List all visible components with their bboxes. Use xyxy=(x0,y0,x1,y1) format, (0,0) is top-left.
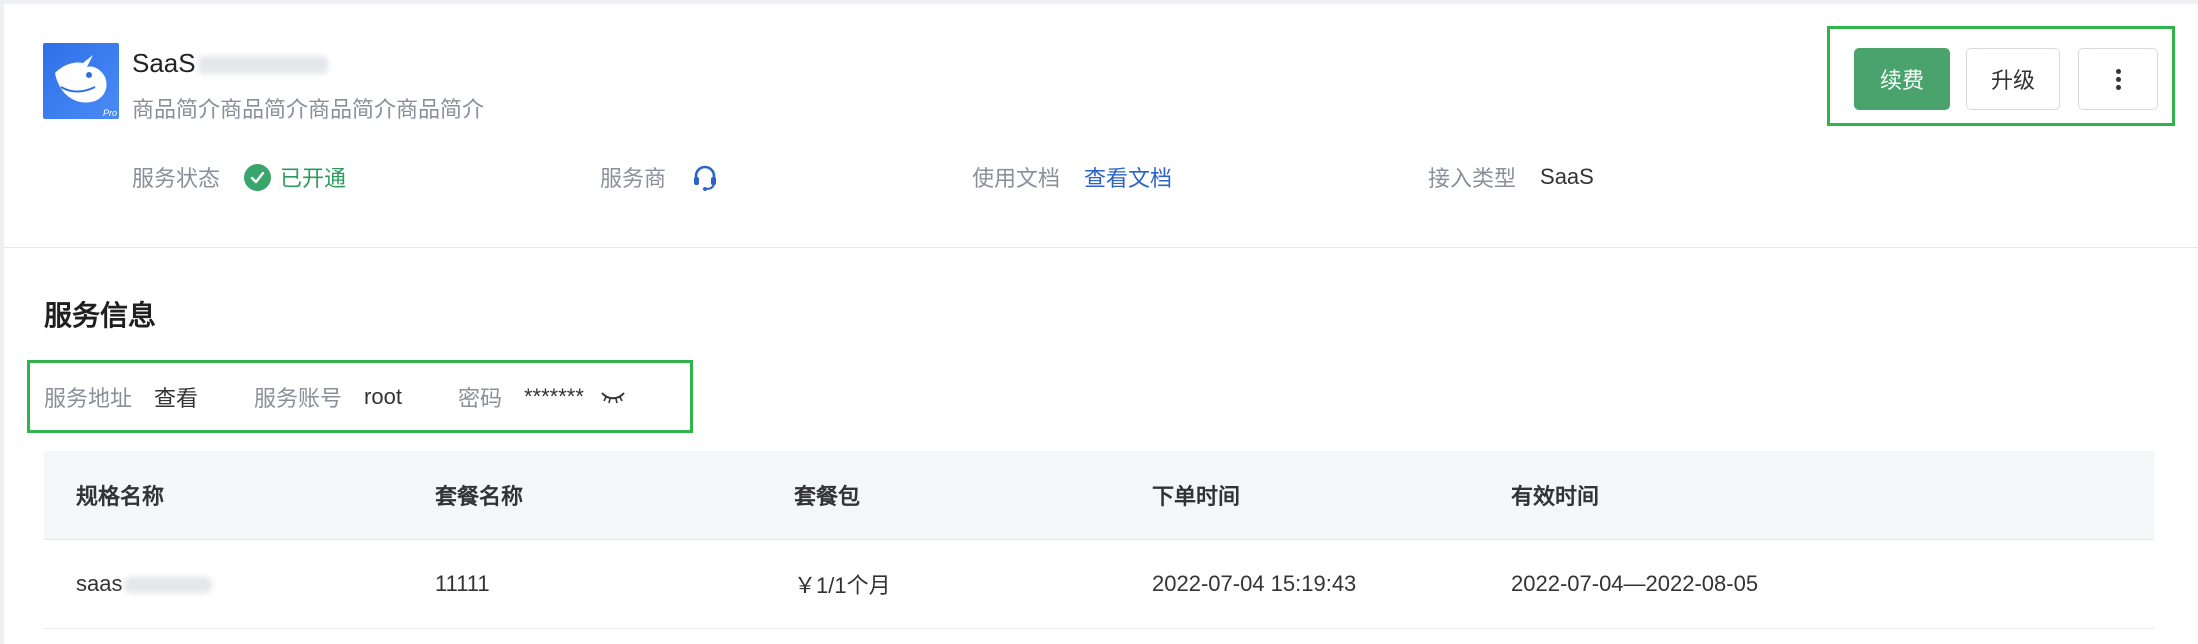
access-type-value: SaaS xyxy=(1540,164,1594,189)
service-status: 服务状态 已开通 xyxy=(132,160,346,194)
view-address-link[interactable]: 查看 xyxy=(154,381,198,413)
product-logo: Pro xyxy=(43,43,119,119)
table-cell: saas xyxy=(76,571,213,597)
service-credentials: 服务地址 查看 服务账号 root 密码 ******* xyxy=(27,360,693,433)
renew-button[interactable]: 续费 xyxy=(1854,48,1950,110)
access-type-label: 接入类型 xyxy=(1428,166,1517,191)
status-text: 已开通 xyxy=(280,166,347,191)
redacted-text xyxy=(124,577,213,594)
column-header: 有效时间 xyxy=(1511,484,1600,509)
column-header: 套餐包 xyxy=(794,484,861,509)
column-header: 下单时间 xyxy=(1152,484,1241,509)
product-header: Pro SaaS 商品简介商品简介商品简介商品简介 服务状态 已开通 服务商 使… xyxy=(4,4,2198,248)
spec-name: saas xyxy=(76,571,123,596)
more-vertical-icon xyxy=(2115,66,2121,93)
check-circle-icon xyxy=(244,163,272,191)
table-cell: 11111 xyxy=(435,571,490,596)
column-header: 套餐名称 xyxy=(435,484,524,509)
table-row: saas 11111 ￥1/1个月 2022-07-04 15:19:43 20… xyxy=(44,540,2154,629)
access-type: 接入类型 SaaS xyxy=(1428,160,1594,194)
service-address-label: 服务地址 xyxy=(44,385,133,411)
table-cell: ￥1/1个月 xyxy=(794,573,891,598)
service-account-label: 服务账号 xyxy=(254,385,343,411)
service-status-value: 已开通 xyxy=(244,161,346,193)
redacted-text xyxy=(197,56,328,75)
service-provider-label: 服务商 xyxy=(600,166,667,191)
table-cell: 2022-07-04 15:19:43 xyxy=(1152,571,1357,596)
service-account-value: root xyxy=(364,383,402,409)
password-value: ******* xyxy=(523,383,584,409)
usage-docs-label: 使用文档 xyxy=(972,166,1061,191)
product-title-text: SaaS xyxy=(132,48,196,78)
order-table: 规格名称 套餐名称 套餐包 下单时间 有效时间 saas 11111 ￥1/1个… xyxy=(44,451,2154,629)
logo-badge: Pro xyxy=(102,108,117,118)
view-docs-link[interactable]: 查看文档 xyxy=(1084,161,1172,193)
action-button-group: 续费 升级 xyxy=(1827,26,2175,126)
service-provider: 服务商 xyxy=(600,160,720,194)
eye-closed-icon[interactable] xyxy=(600,390,626,404)
service-status-label: 服务状态 xyxy=(132,166,221,191)
upgrade-button[interactable]: 升级 xyxy=(1966,48,2060,110)
usage-docs: 使用文档 查看文档 xyxy=(972,160,1172,194)
section-title: 服务信息 xyxy=(44,300,157,331)
product-subtitle: 商品简介商品简介商品简介商品简介 xyxy=(132,97,485,122)
more-button[interactable] xyxy=(2078,48,2158,110)
product-title: SaaS xyxy=(132,48,328,79)
table-cell: 2022-07-04—2022-08-05 xyxy=(1511,571,1759,596)
password-label: 密码 xyxy=(457,385,502,411)
table-header: 规格名称 套餐名称 套餐包 下单时间 有效时间 xyxy=(44,451,2154,540)
column-header: 规格名称 xyxy=(76,484,165,509)
headset-icon[interactable] xyxy=(690,162,720,192)
